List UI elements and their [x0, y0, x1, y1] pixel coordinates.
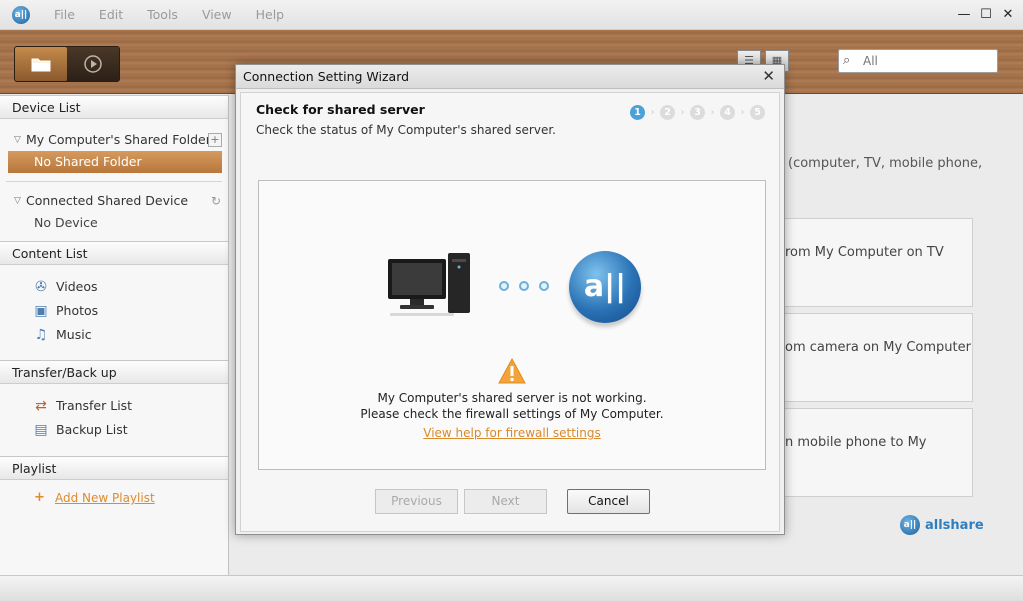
search-box: ⌕	[838, 49, 998, 73]
connection-wizard-dialog: Connection Setting Wizard ✕ Check for sh…	[235, 64, 785, 535]
step-1: 1	[630, 105, 645, 120]
guide-card[interactable]: rom My Computer on TV	[776, 218, 973, 307]
next-button[interactable]: Next	[464, 489, 547, 514]
status-bar	[0, 575, 1023, 601]
warning-icon	[498, 357, 526, 384]
no-device-item: No Device	[34, 215, 98, 230]
cancel-button[interactable]: Cancel	[567, 489, 650, 514]
sidebar-item-videos[interactable]: ✇ Videos	[0, 275, 228, 299]
backup-icon: ▤	[34, 422, 48, 438]
film-reel-icon: ✇	[35, 279, 47, 295]
transfer-icon: ⇄	[35, 398, 47, 414]
step-3: 3	[690, 105, 705, 120]
player-mode-button[interactable]	[67, 47, 119, 81]
step-4: 4	[720, 105, 735, 120]
connected-device-group[interactable]: ▽ Connected Shared Device ↻	[0, 190, 228, 212]
plus-icon: +	[34, 490, 45, 505]
dialog-title-bar: Connection Setting Wizard ✕	[236, 65, 784, 89]
dialog-body: Check for shared server Check the status…	[240, 92, 780, 532]
sidebar-item-transfer-list[interactable]: ⇄ Transfer List	[0, 394, 228, 418]
dialog-close-button[interactable]: ✕	[762, 67, 775, 85]
dot-icon	[499, 281, 509, 291]
add-playlist-label: Add New Playlist	[55, 491, 155, 505]
sidebar-item-backup-list[interactable]: ▤ Backup List	[0, 418, 228, 442]
collapse-triangle-icon[interactable]: ▽	[14, 129, 21, 151]
sidebar-item-photos[interactable]: ▣ Photos	[0, 299, 228, 323]
my-computer-group[interactable]: ▽ My Computer's Shared Folder +	[0, 129, 228, 151]
dot-icon	[519, 281, 529, 291]
folder-mode-button[interactable]	[15, 47, 67, 81]
collapse-triangle-icon[interactable]: ▽	[14, 190, 21, 212]
playlist-header: Playlist	[0, 456, 228, 480]
music-note-icon: ♫	[34, 327, 48, 343]
brand-name: allshare	[925, 517, 984, 533]
allshare-logo-icon: a||	[900, 515, 920, 535]
menu-file[interactable]: File	[44, 0, 85, 30]
guide-card-text: om camera on My Computer	[785, 340, 971, 355]
chevron-right-icon: ›	[650, 107, 655, 118]
search-input[interactable]	[863, 52, 993, 70]
photo-icon: ▣	[34, 303, 48, 319]
minimize-button[interactable]: —	[957, 6, 971, 24]
menu-bar: File Edit Tools View Help	[44, 0, 298, 30]
status-panel: a|| My Computer's shared server is not w…	[258, 180, 766, 470]
chevron-right-icon: ›	[710, 107, 715, 118]
chevron-right-icon: ›	[680, 107, 685, 118]
menu-tools[interactable]: Tools	[137, 0, 188, 30]
close-button[interactable]: ✕	[1001, 6, 1015, 24]
menu-help[interactable]: Help	[246, 0, 295, 30]
my-computer-label: My Computer's Shared Folder	[26, 132, 211, 147]
connected-device-label: Connected Shared Device	[26, 193, 189, 208]
device-list-header: Device List	[0, 95, 228, 119]
search-icon: ⌕	[843, 53, 851, 68]
guide-card-text: n mobile phone to My	[785, 435, 927, 450]
chevron-right-icon: ›	[740, 107, 745, 118]
step-description: Check the status of My Computer's shared…	[256, 123, 556, 137]
guide-card[interactable]: n mobile phone to My	[776, 408, 973, 497]
sidebar-item-label: Transfer List	[56, 398, 133, 413]
menu-view[interactable]: View	[192, 0, 242, 30]
step-5: 5	[750, 105, 765, 120]
sidebar-item-label: Backup List	[56, 422, 128, 437]
folder-icon	[31, 58, 51, 72]
sidebar-item-label: Music	[56, 327, 92, 342]
sidebar-item-music[interactable]: ♫ Music	[0, 323, 228, 347]
sidebar-item-label: Photos	[56, 303, 99, 318]
no-shared-folder-item[interactable]: No Shared Folder	[8, 151, 222, 173]
allshare-server-icon: a||	[569, 251, 641, 323]
transfer-header: Transfer/Back up	[0, 360, 228, 384]
previous-button[interactable]: Previous	[375, 489, 458, 514]
title-bar: a|| File Edit Tools View Help — ☐ ✕	[0, 0, 1023, 30]
dot-icon	[539, 281, 549, 291]
sidebar-item-label: Videos	[56, 279, 98, 294]
error-message-line1: My Computer's shared server is not worki…	[377, 391, 647, 405]
add-folder-icon[interactable]: +	[208, 133, 222, 147]
dialog-title: Connection Setting Wizard	[243, 69, 410, 84]
guide-card[interactable]: om camera on My Computer	[776, 313, 973, 402]
refresh-icon[interactable]: ↻	[211, 190, 221, 212]
allshare-logo-icon: a||	[12, 6, 30, 24]
guide-card-text: rom My Computer on TV	[785, 245, 944, 260]
step-title: Check for shared server	[256, 102, 425, 117]
menu-edit[interactable]: Edit	[89, 0, 133, 30]
step-indicator: 1 › 2 › 3 › 4 › 5	[630, 105, 765, 120]
window-controls: — ☐ ✕	[957, 6, 1015, 24]
intro-text: (computer, TV, mobile phone,	[788, 156, 983, 171]
allshare-brand: a|| allshare	[900, 515, 984, 535]
sidebar: Device List ▽ My Computer's Shared Folde…	[0, 95, 229, 575]
content-list-header: Content List	[0, 241, 228, 265]
maximize-button[interactable]: ☐	[979, 6, 993, 24]
mode-switch	[14, 46, 120, 82]
error-message-line2: Please check the firewall settings of My…	[360, 407, 664, 421]
computer-icon	[388, 253, 470, 316]
step-2: 2	[660, 105, 675, 120]
divider	[6, 181, 222, 182]
play-icon	[84, 55, 102, 73]
firewall-help-link[interactable]: View help for firewall settings	[259, 426, 765, 440]
add-new-playlist-link[interactable]: + Add New Playlist	[0, 487, 228, 509]
connection-dots	[499, 281, 549, 291]
